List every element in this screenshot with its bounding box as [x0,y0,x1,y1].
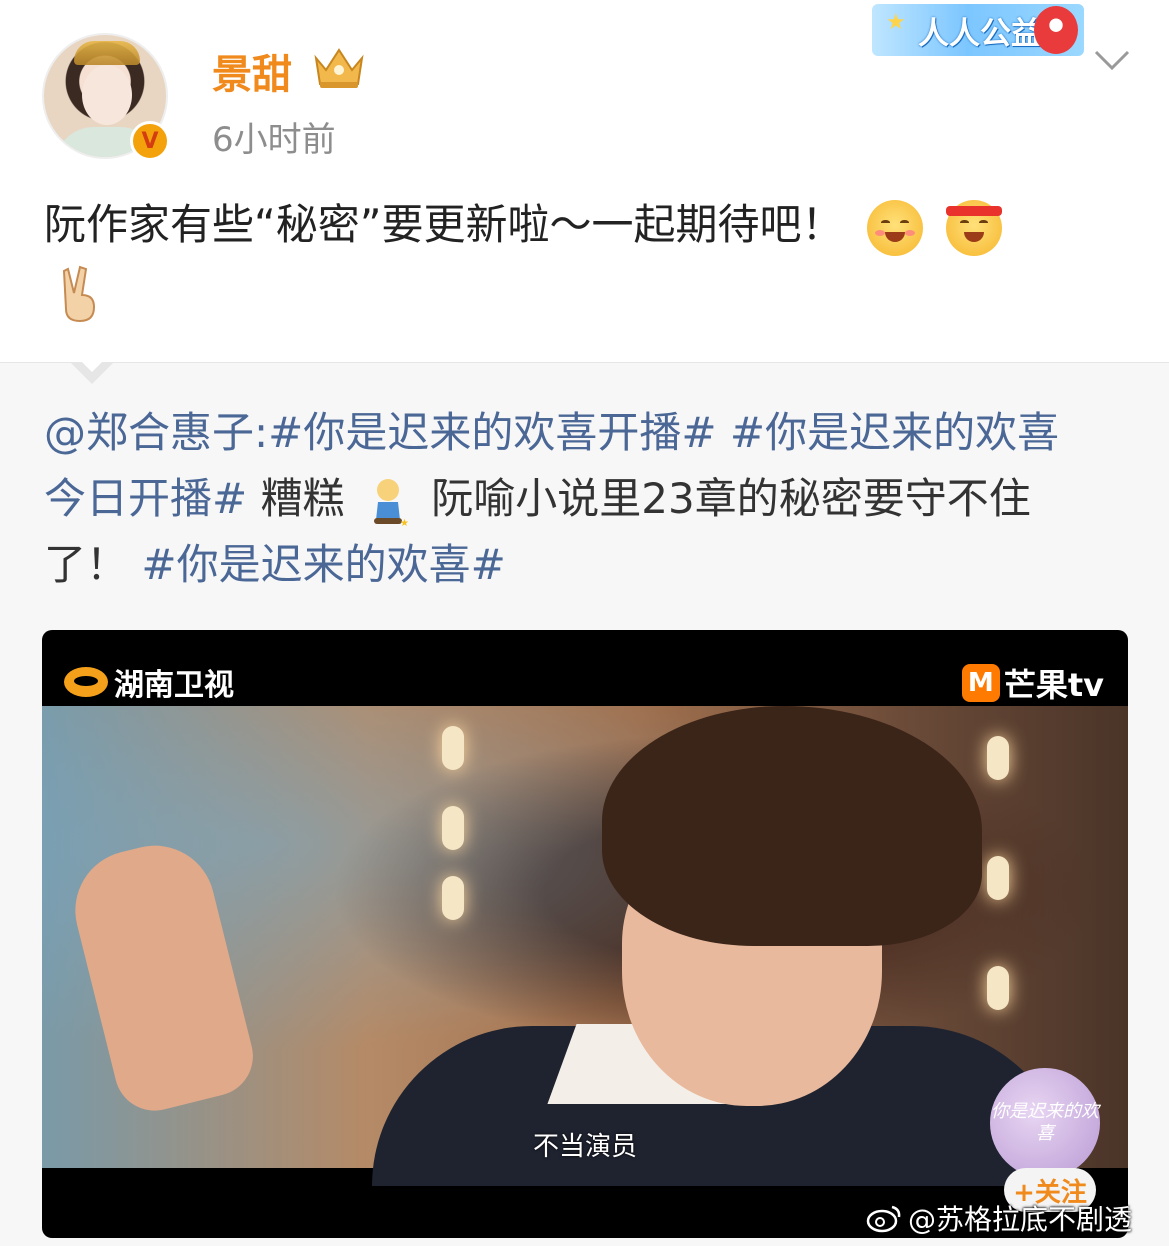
svg-text:★: ★ [400,518,409,528]
mention-link[interactable]: @郑合惠子: [44,408,268,457]
mango-tv-logo-icon: M [961,664,1000,702]
verified-badge-icon: V [130,121,170,161]
crown-badge-icon [314,48,364,88]
video-subtitle: 不当演员 [532,1132,637,1162]
weibo-icon [866,1205,901,1233]
peace-hand-emoji-icon [62,265,96,322]
repost-body: @郑合惠子:#你是迟来的欢喜开播# #你是迟来的欢喜 今日开播# 糟糕 ★ 阮喻… [44,400,1134,598]
mango-tv-logo: M 芒果tv [961,660,1104,706]
hashtag-link[interactable]: #你是迟来的欢喜# [141,540,505,589]
hashtag-link[interactable]: #你是迟来的欢喜 [730,408,1059,457]
username[interactable]: 景甜 [212,42,292,100]
hug-emoji-icon [866,199,923,256]
watermark: @苏格拉底不剧透 [866,1198,1132,1238]
repost-text: 糟糕 [260,474,345,523]
repost-text: 阮喻小说里23章的秘密要守不住 [431,474,1031,523]
hashtag-link[interactable]: 今日开播# [44,474,247,523]
star-icon: ★ [886,10,906,35]
kneeling-emoji-icon: ★ [373,478,409,528]
charity-badge[interactable]: ★ 人人公益 [872,4,1084,56]
post-card: V 景甜 6小时前 ★ 人人公益 阮作家有些“秘密”要更新啦～一起期待吧！ [0,0,1169,362]
video-player[interactable]: 湖南卫视 M 芒果tv 不当演员 你是迟来的欢喜 +关注 [42,630,1128,1238]
video-frame [42,706,1128,1186]
post-timestamp: 6小时前 [212,120,336,160]
mascot-icon [1034,6,1078,54]
hashtag-link[interactable]: #你是迟来的欢喜开播# [268,408,716,457]
hunan-tv-logo-icon [64,667,108,697]
repost-text: 了！ [44,540,129,589]
hunan-tv-logo: 湖南卫视 [64,660,234,704]
post-body: 阮作家有些“秘密”要更新啦～一起期待吧！ [44,192,1134,325]
show-badge[interactable]: 你是迟来的欢喜 [990,1068,1100,1178]
chevron-down-icon[interactable] [1092,40,1132,80]
repost-notch-fill [72,352,112,372]
cheer-emoji-icon [946,199,1003,256]
